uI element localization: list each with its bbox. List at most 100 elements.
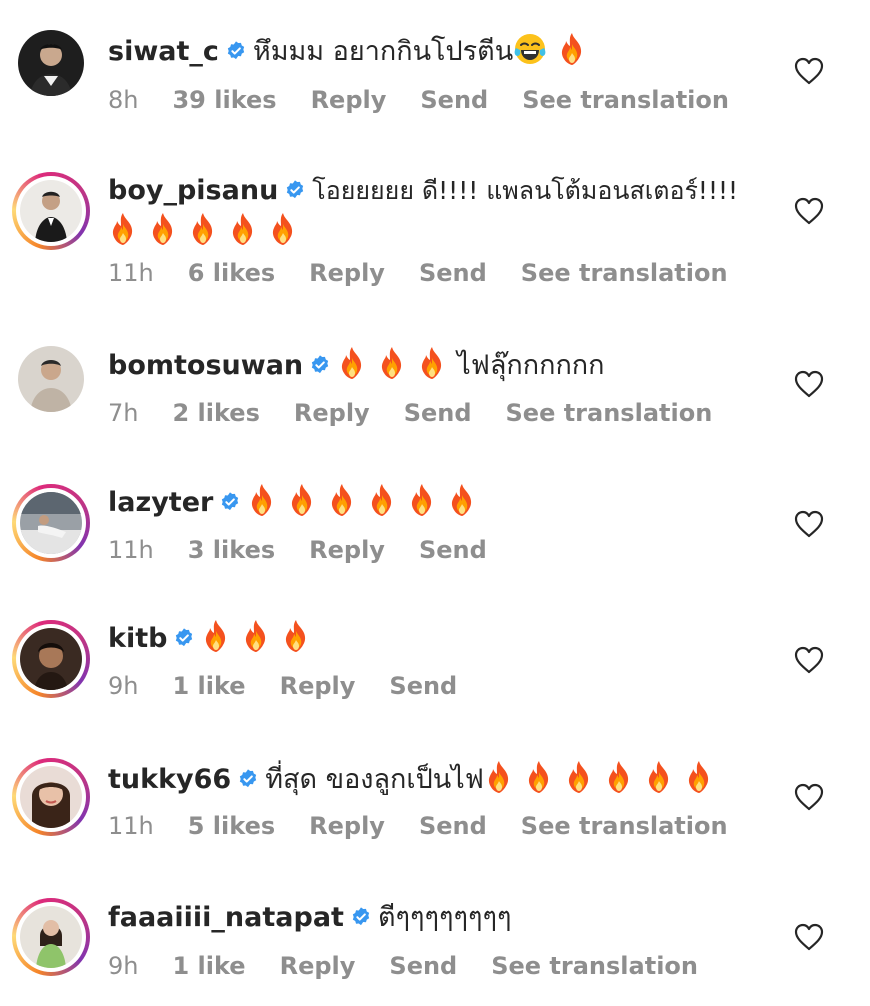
comment-meta: 9h 1 like Reply Send bbox=[108, 672, 491, 700]
likes-count[interactable]: 6 likes bbox=[188, 259, 275, 287]
likes-count[interactable]: 5 likes bbox=[188, 812, 275, 840]
heart-icon[interactable] bbox=[794, 370, 824, 398]
avatar-photo bbox=[20, 766, 82, 828]
fire-icon bbox=[247, 483, 277, 517]
likes-count[interactable]: 1 like bbox=[172, 672, 245, 700]
see-translation-link[interactable]: See translation bbox=[506, 399, 713, 427]
verified-badge-icon bbox=[225, 40, 247, 62]
fire-icon bbox=[407, 483, 437, 517]
username[interactable]: bomtosuwan bbox=[108, 350, 303, 381]
see-translation-link[interactable]: See translation bbox=[491, 952, 698, 980]
reply-button[interactable]: Reply bbox=[280, 672, 356, 700]
comment-text: หึมมม อยากกินโปรตีน bbox=[252, 36, 514, 67]
timestamp: 9h bbox=[108, 952, 139, 980]
avatar-photo bbox=[20, 492, 82, 554]
heart-icon[interactable] bbox=[794, 783, 824, 811]
timestamp: 9h bbox=[108, 672, 139, 700]
avatar[interactable] bbox=[12, 620, 90, 698]
comment-emoji-line bbox=[108, 212, 308, 251]
username[interactable]: tukky66 bbox=[108, 764, 231, 795]
verified-badge-icon bbox=[219, 491, 241, 513]
comment-body: kitb bbox=[108, 619, 760, 658]
avatar[interactable] bbox=[12, 340, 90, 418]
avatar[interactable] bbox=[12, 484, 90, 562]
avatar[interactable] bbox=[12, 172, 90, 250]
fire-icon bbox=[327, 483, 357, 517]
fire-icon bbox=[281, 619, 311, 653]
comment-text: ตีๆๆๆๆๆๆๆๆ bbox=[377, 902, 512, 933]
fire-icon bbox=[108, 212, 138, 246]
send-button[interactable]: Send bbox=[419, 259, 487, 287]
fire-icon bbox=[484, 760, 514, 794]
heart-icon[interactable] bbox=[794, 197, 824, 225]
avatar[interactable] bbox=[12, 24, 90, 102]
username[interactable]: kitb bbox=[108, 623, 167, 654]
likes-count[interactable]: 3 likes bbox=[188, 536, 275, 564]
fire-icon bbox=[604, 760, 634, 794]
username[interactable]: boy_pisanu bbox=[108, 175, 278, 206]
comment-body: lazyter bbox=[108, 483, 760, 522]
fire-icon bbox=[447, 483, 477, 517]
send-button[interactable]: Send bbox=[419, 536, 487, 564]
reply-button[interactable]: Reply bbox=[294, 399, 370, 427]
username[interactable]: faaaiiii_natapat bbox=[108, 902, 344, 933]
reply-button[interactable]: Reply bbox=[311, 86, 387, 114]
verified-badge-icon bbox=[350, 906, 372, 928]
fire-icon bbox=[337, 346, 367, 380]
heart-icon[interactable] bbox=[794, 646, 824, 674]
fire-icon bbox=[377, 346, 407, 380]
send-button[interactable]: Send bbox=[420, 86, 488, 114]
fire-icon bbox=[644, 760, 674, 794]
timestamp: 7h bbox=[108, 399, 139, 427]
avatar-photo bbox=[20, 906, 82, 968]
likes-count[interactable]: 2 likes bbox=[172, 399, 259, 427]
comment-text: โอยยยยย ดี!!!! แพลนโต้มอนสเตอร์!!!! bbox=[312, 176, 739, 205]
username[interactable]: lazyter bbox=[108, 487, 213, 518]
send-button[interactable]: Send bbox=[389, 952, 457, 980]
fire-icon bbox=[228, 212, 258, 246]
reply-button[interactable]: Reply bbox=[309, 536, 385, 564]
fire-icon bbox=[287, 483, 317, 517]
comment-meta: 11h 3 likes Reply Send bbox=[108, 536, 521, 564]
comment-text: ไฟลุ๊กกกกกก bbox=[457, 350, 605, 381]
comment-meta: 7h 2 likes Reply Send See translation bbox=[108, 399, 746, 427]
avatar[interactable] bbox=[12, 898, 90, 976]
timestamp: 11h bbox=[108, 536, 154, 564]
timestamp: 8h bbox=[108, 86, 139, 114]
avatar[interactable] bbox=[12, 758, 90, 836]
avatar-photo bbox=[20, 180, 82, 242]
heart-icon[interactable] bbox=[794, 510, 824, 538]
send-button[interactable]: Send bbox=[389, 672, 457, 700]
timestamp: 11h bbox=[108, 812, 154, 840]
comment-body: tukky66 ที่สุด ของลูกเป็นไฟ bbox=[108, 760, 760, 799]
avatar-photo bbox=[18, 346, 84, 412]
timestamp: 11h bbox=[108, 259, 154, 287]
username[interactable]: siwat_c bbox=[108, 36, 219, 67]
fire-icon bbox=[564, 760, 594, 794]
comment-body: faaaiiii_natapat ตีๆๆๆๆๆๆๆๆ bbox=[108, 899, 760, 937]
comment-text: ที่สุด ของลูกเป็นไฟ bbox=[265, 764, 484, 795]
heart-icon[interactable] bbox=[794, 57, 824, 85]
fire-icon bbox=[684, 760, 714, 794]
reply-button[interactable]: Reply bbox=[309, 812, 385, 840]
fire-icon bbox=[241, 619, 271, 653]
see-translation-link[interactable]: See translation bbox=[521, 812, 728, 840]
likes-count[interactable]: 39 likes bbox=[172, 86, 276, 114]
fire-icon bbox=[367, 483, 397, 517]
heart-icon[interactable] bbox=[794, 923, 824, 951]
fire-icon bbox=[524, 760, 554, 794]
see-translation-link[interactable]: See translation bbox=[521, 259, 728, 287]
verified-badge-icon bbox=[237, 768, 259, 790]
fire-icon bbox=[417, 346, 447, 380]
reply-button[interactable]: Reply bbox=[280, 952, 356, 980]
fire-icon bbox=[268, 212, 298, 246]
see-translation-link[interactable]: See translation bbox=[522, 86, 729, 114]
send-button[interactable]: Send bbox=[419, 812, 487, 840]
reply-button[interactable]: Reply bbox=[309, 259, 385, 287]
likes-count[interactable]: 1 like bbox=[172, 952, 245, 980]
send-button[interactable]: Send bbox=[404, 399, 472, 427]
comment-body: siwat_c หึมมม อยากกินโปรตีน bbox=[108, 32, 760, 71]
laugh-cry-icon bbox=[513, 32, 547, 66]
avatar-photo bbox=[20, 628, 82, 690]
avatar-photo bbox=[18, 30, 84, 96]
